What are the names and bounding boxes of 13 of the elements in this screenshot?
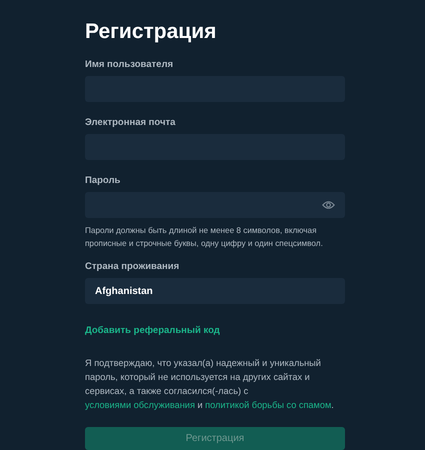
country-select[interactable]: Afghanistan [85, 278, 345, 304]
field-label: Страна проживания [85, 261, 180, 272]
referral-link[interactable]: Добавить реферальный код [85, 325, 220, 336]
field-label: Имя пользователя [85, 59, 174, 70]
terms-link[interactable]: политикой борьбы со спамом [205, 400, 332, 410]
field-label: Пароль [85, 175, 122, 186]
field-label: Электронная почта [85, 117, 176, 128]
consent-text: Я подтверждаю, что указал(а) надежный и уникальный пароль, который не используется на других сайтах и сервисах, а также согласился(-лась) с условиями обслуживания и политикой борьбы со спамом. [85, 357, 335, 412]
eye-icon[interactable] [322, 200, 335, 210]
password-field[interactable] [85, 192, 345, 218]
hint-text: Пароли должны быть длиной не менее 8 символов, включая прописные и строчные буквы, одну цифру и один спецсимвол. [85, 225, 324, 250]
terms-link[interactable]: условиями обслуживания [85, 400, 195, 410]
page-title: Регистрация [85, 20, 218, 44]
